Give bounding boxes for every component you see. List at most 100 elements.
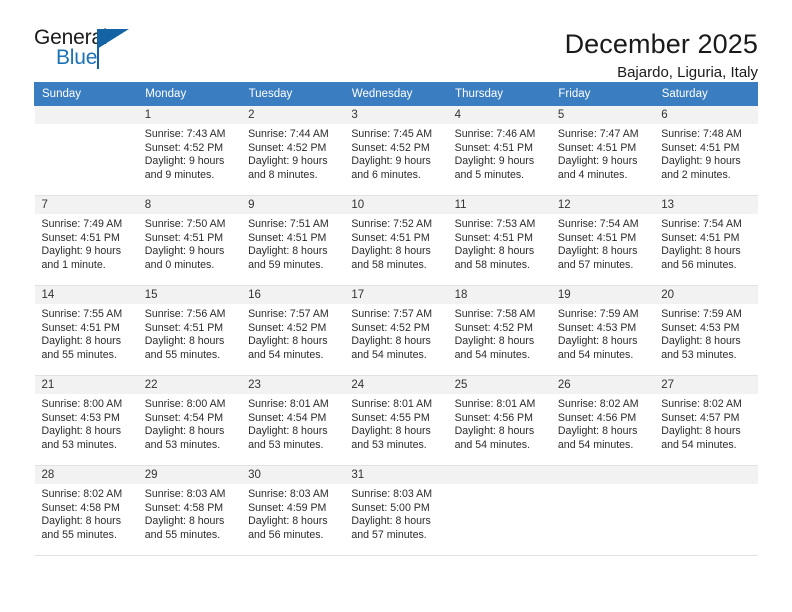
calendar-cell[interactable]: 27 Sunrise: 8:02 AM Sunset: 4:57 PM Dayligh… [654,376,758,466]
calendar-cell[interactable]: 19 Sunrise: 7:59 AM Sunset: 4:53 PM Dayligh… [550,286,655,376]
day-number: 6 [654,106,758,124]
calendar-cell[interactable]: 21 Sunrise: 8:00 AM Sunset: 4:53 PM Dayligh… [34,376,138,466]
daylight-text-line2: and 4 minutes. [557,168,628,181]
calendar-cell[interactable]: 29 Sunrise: 8:03 AM Sunset: 4:58 PM Dayligh… [137,466,242,556]
calendar-day-cell[interactable]: 2 Sunrise: 7:44 AM Sunset: 4:52 PM Daylight… [241,106,345,196]
sunrise-text: Sunrise: 7:45 AM [351,128,433,140]
calendar-cell[interactable] [654,466,758,556]
calendar-day-cell[interactable]: 15 Sunrise: 7:56 AM Sunset: 4:51 PM Dayligh… [137,286,242,376]
calendar-day-cell[interactable]: 14 Sunrise: 7:55 AM Sunset: 4:51 PM Dayligh… [34,286,138,376]
calendar-day-cell[interactable]: 5 Sunrise: 7:47 AM Sunset: 4:51 PM Daylight… [550,106,655,196]
sunset-text: Sunset: 4:53 PM [557,321,637,334]
calendar-cell[interactable]: 8 Sunrise: 7:50 AM Sunset: 4:51 PM Daylight… [137,196,242,286]
calendar-day-cell[interactable]: 29 Sunrise: 8:03 AM Sunset: 4:58 PM Dayligh… [137,466,242,556]
calendar-cell[interactable] [550,466,655,556]
calendar-cell[interactable]: 2 Sunrise: 7:44 AM Sunset: 4:52 PM Daylight… [241,106,345,196]
calendar-day-cell[interactable]: 4 Sunrise: 7:46 AM Sunset: 4:51 PM Daylight… [447,106,551,196]
daylight-text-line2: and 54 minutes. [557,438,634,451]
calendar-day-cell[interactable]: 17 Sunrise: 7:57 AM Sunset: 4:52 PM Dayligh… [344,286,448,376]
calendar-cell[interactable]: 11 Sunrise: 7:53 AM Sunset: 4:51 PM Dayligh… [447,196,551,286]
calendar-day-cell[interactable]: 9 Sunrise: 7:51 AM Sunset: 4:51 PM Daylight… [241,196,345,286]
calendar-cell[interactable]: 31 Sunrise: 8:03 AM Sunset: 5:00 PM Dayligh… [344,466,448,556]
calendar-day-cell[interactable]: 30 Sunrise: 8:03 AM Sunset: 4:59 PM Dayligh… [241,466,345,556]
daylight-text-line2: and 0 minutes. [144,258,215,271]
calendar-day-cell[interactable]: 26 Sunrise: 8:02 AM Sunset: 4:56 PM Dayligh… [550,376,655,466]
daylight-text-line2: and 54 minutes. [248,348,324,361]
calendar-day-cell[interactable]: 27 Sunrise: 8:02 AM Sunset: 4:57 PM Dayligh… [654,376,758,466]
calendar-day-cell[interactable]: 19 Sunrise: 7:59 AM Sunset: 4:53 PM Dayligh… [550,286,655,376]
logo-text-blue: Blue [56,46,98,69]
calendar-day-cell[interactable]: 28 Sunrise: 8:02 AM Sunset: 4:58 PM Dayligh… [34,466,138,556]
logo-triangle-icon [97,29,129,49]
calendar-day-cell[interactable]: 31 Sunrise: 8:03 AM Sunset: 5:00 PM Dayligh… [344,466,448,556]
daylight-text-line1: Daylight: 8 hours [144,515,225,528]
sunrise-text: Sunrise: 7:56 AM [144,308,226,320]
calendar-day-cell[interactable]: 12 Sunrise: 7:54 AM Sunset: 4:51 PM Dayligh… [550,196,655,286]
calendar-cell[interactable]: 14 Sunrise: 7:55 AM Sunset: 4:51 PM Dayligh… [34,286,138,376]
day-details: Sunrise: 8:02 AM Sunset: 4:58 PM Daylight:… [35,484,138,542]
calendar-cell[interactable]: 20 Sunrise: 7:59 AM Sunset: 4:53 PM Dayligh… [654,286,758,376]
weekday-header-saturday: Saturday [653,82,759,106]
calendar-day-cell[interactable]: 25 Sunrise: 8:01 AM Sunset: 4:56 PM Dayligh… [447,376,551,466]
daylight-text-line2: and 6 minutes. [351,168,421,181]
calendar-day-cell[interactable]: 7 Sunrise: 7:49 AM Sunset: 4:51 PM Daylight… [34,196,138,286]
calendar-day-cell[interactable]: 21 Sunrise: 8:00 AM Sunset: 4:53 PM Dayligh… [34,376,138,466]
sunrise-text: Sunrise: 7:59 AM [661,308,742,320]
calendar-cell[interactable] [447,466,551,556]
calendar-cell[interactable]: 3 Sunrise: 7:45 AM Sunset: 4:52 PM Daylight… [344,106,448,196]
calendar-day-cell[interactable]: 3 Sunrise: 7:45 AM Sunset: 4:52 PM Daylight… [344,106,448,196]
sunrise-text: Sunrise: 8:00 AM [144,398,226,410]
day-details: Sunrise: 8:02 AM Sunset: 4:57 PM Daylight:… [654,394,757,452]
calendar-cell[interactable]: 26 Sunrise: 8:02 AM Sunset: 4:56 PM Dayligh… [550,376,655,466]
sunset-text: Sunset: 4:53 PM [41,411,120,424]
generalblue-logo[interactable]: General Blue [34,27,154,75]
sunrise-text: Sunrise: 8:01 AM [454,398,536,410]
calendar-cell[interactable]: 25 Sunrise: 8:01 AM Sunset: 4:56 PM Dayligh… [447,376,551,466]
calendar-day-cell[interactable]: 1 Sunrise: 7:43 AM Sunset: 4:52 PM Daylight… [137,106,242,196]
calendar-cell[interactable]: 7 Sunrise: 7:49 AM Sunset: 4:51 PM Daylight… [34,196,138,286]
calendar-cell[interactable]: 12 Sunrise: 7:54 AM Sunset: 4:51 PM Dayligh… [550,196,655,286]
calendar-day-cell[interactable]: 10 Sunrise: 7:52 AM Sunset: 4:51 PM Dayligh… [344,196,448,286]
day-details: Sunrise: 8:01 AM Sunset: 4:56 PM Daylight:… [448,394,551,452]
calendar-day-cell[interactable]: 6 Sunrise: 7:48 AM Sunset: 4:51 PM Daylight… [654,106,758,196]
daylight-text-line1: Daylight: 8 hours [454,425,535,438]
daylight-text-line1: Daylight: 8 hours [41,335,122,348]
calendar-day-cell[interactable]: 23 Sunrise: 8:01 AM Sunset: 4:54 PM Dayligh… [241,376,345,466]
calendar-cell[interactable]: 23 Sunrise: 8:01 AM Sunset: 4:54 PM Dayligh… [241,376,345,466]
calendar-cell[interactable] [34,106,138,196]
day-number: 13 [654,196,758,214]
calendar-day-cell[interactable]: 16 Sunrise: 7:57 AM Sunset: 4:52 PM Dayligh… [241,286,345,376]
day-details: Sunrise: 7:43 AM Sunset: 4:52 PM Daylight:… [138,124,241,182]
calendar-day-cell[interactable]: 22 Sunrise: 8:00 AM Sunset: 4:54 PM Dayligh… [137,376,242,466]
calendar-cell[interactable]: 13 Sunrise: 7:54 AM Sunset: 4:51 PM Dayligh… [654,196,758,286]
sunrise-text: Sunrise: 7:57 AM [351,308,433,320]
day-number [447,466,551,484]
calendar-cell[interactable]: 30 Sunrise: 8:03 AM Sunset: 4:59 PM Dayligh… [241,466,345,556]
calendar-day-cell[interactable]: 24 Sunrise: 8:01 AM Sunset: 4:55 PM Dayligh… [344,376,448,466]
sunset-text: Sunset: 4:51 PM [454,141,533,154]
sunrise-text: Sunrise: 8:02 AM [557,398,639,410]
day-number: 14 [34,286,138,304]
calendar-day-cell[interactable]: 8 Sunrise: 7:50 AM Sunset: 4:51 PM Daylight… [137,196,242,286]
calendar-day-cell[interactable]: 18 Sunrise: 7:58 AM Sunset: 4:52 PM Dayligh… [447,286,551,376]
calendar-day-cell[interactable]: 20 Sunrise: 7:59 AM Sunset: 4:53 PM Dayligh… [654,286,758,376]
calendar-cell[interactable]: 15 Sunrise: 7:56 AM Sunset: 4:51 PM Dayligh… [137,286,242,376]
calendar-cell[interactable]: 28 Sunrise: 8:02 AM Sunset: 4:58 PM Dayligh… [34,466,138,556]
calendar-cell[interactable]: 1 Sunrise: 7:43 AM Sunset: 4:52 PM Daylight… [137,106,242,196]
calendar-day-cell[interactable]: 11 Sunrise: 7:53 AM Sunset: 4:51 PM Dayligh… [447,196,551,286]
calendar-cell[interactable]: 5 Sunrise: 7:47 AM Sunset: 4:51 PM Daylight… [550,106,655,196]
calendar-cell[interactable]: 9 Sunrise: 7:51 AM Sunset: 4:51 PM Daylight… [241,196,345,286]
calendar-cell[interactable]: 6 Sunrise: 7:48 AM Sunset: 4:51 PM Daylight… [654,106,758,196]
calendar-cell[interactable]: 22 Sunrise: 8:00 AM Sunset: 4:54 PM Dayligh… [137,376,242,466]
sunset-text: Sunset: 4:51 PM [41,231,120,244]
calendar-day-cell[interactable]: 13 Sunrise: 7:54 AM Sunset: 4:51 PM Dayligh… [654,196,758,286]
calendar-cell[interactable]: 24 Sunrise: 8:01 AM Sunset: 4:55 PM Dayligh… [344,376,448,466]
calendar-cell[interactable]: 16 Sunrise: 7:57 AM Sunset: 4:52 PM Dayligh… [241,286,345,376]
calendar-cell[interactable]: 17 Sunrise: 7:57 AM Sunset: 4:52 PM Dayligh… [344,286,448,376]
sunset-text: Sunset: 4:52 PM [248,141,327,154]
sunrise-text: Sunrise: 7:58 AM [454,308,536,320]
calendar-cell[interactable]: 18 Sunrise: 7:58 AM Sunset: 4:52 PM Dayligh… [447,286,551,376]
calendar-cell[interactable]: 4 Sunrise: 7:46 AM Sunset: 4:51 PM Daylight… [447,106,551,196]
weekday-header-thursday: Thursday [447,82,552,106]
calendar-cell[interactable]: 10 Sunrise: 7:52 AM Sunset: 4:51 PM Dayligh… [344,196,448,286]
